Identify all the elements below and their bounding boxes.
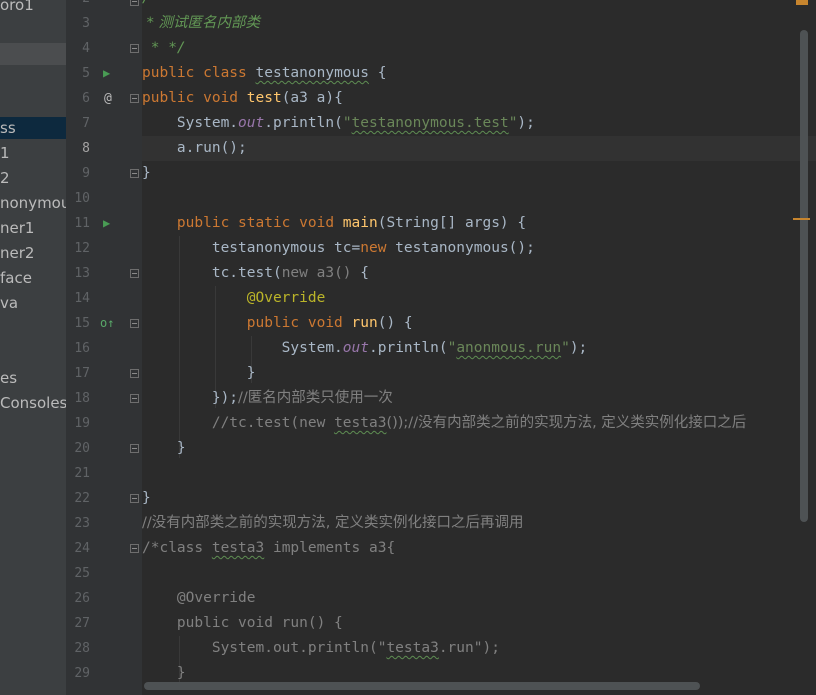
code-line-2: / — [142, 0, 151, 11]
code-line-20: } — [142, 440, 186, 456]
run-main-icon[interactable]: ▶ — [103, 211, 110, 236]
tree-item-class-2[interactable]: 2 — [0, 167, 10, 189]
code-line-3: * 测试匿名内部类 — [142, 15, 260, 31]
fold-marker-icon[interactable] — [130, 494, 139, 503]
tree-item-label: es — [0, 369, 18, 387]
tree-item-external-libraries[interactable]: es — [0, 367, 17, 389]
code-line-26: @Override — [142, 590, 256, 606]
line-number: 22 — [74, 491, 90, 506]
tree-item-label: ner1 — [0, 219, 35, 237]
code-line-5: public class testanonymous { — [142, 65, 387, 81]
line-number: 17 — [74, 366, 90, 381]
line-number: 11 — [74, 216, 90, 231]
fold-marker-icon[interactable] — [130, 369, 139, 378]
code-line-7: System.out.println("testanonymous.test")… — [142, 115, 535, 131]
line-number-current: 8 — [82, 141, 90, 156]
line-number: 23 — [74, 516, 90, 531]
fold-marker-icon[interactable] — [130, 444, 139, 453]
line-number: 10 — [74, 191, 90, 206]
tree-item-label: nonymou — [0, 194, 66, 212]
code-line-4: * */ — [142, 40, 186, 56]
fold-marker-icon[interactable] — [130, 169, 139, 178]
code-line-19: //tc.test(new testa3());//没有内部类之前的实现方法, … — [142, 415, 747, 431]
fold-marker-icon[interactable] — [130, 0, 139, 6]
fold-marker-icon[interactable] — [130, 319, 139, 328]
line-number: 2 — [66, 0, 90, 11]
line-number: 7 — [82, 116, 90, 131]
line-number: 19 — [74, 416, 90, 431]
line-number: 18 — [74, 391, 90, 406]
line-number: 21 — [74, 466, 90, 481]
line-number: 28 — [74, 641, 90, 656]
tree-item-project[interactable]: oro1 — [0, 0, 34, 16]
code-line-8: a.run(); — [142, 140, 247, 156]
fold-marker-icon[interactable] — [130, 44, 139, 53]
fold-marker-icon[interactable] — [130, 269, 139, 278]
scroll-marker[interactable] — [793, 218, 810, 220]
tree-item-label: 2 — [0, 169, 10, 187]
line-number: 3 — [82, 16, 90, 31]
tree-item-label: ner2 — [0, 244, 35, 262]
code-line-23: //没有内部类之前的实现方法, 定义类实例化接口之后再调用 — [142, 515, 524, 531]
tree-item-java[interactable]: va — [0, 292, 18, 314]
tree-item-label: ss — [0, 119, 16, 137]
code-line-24: /*class testa3 implements a3{ — [142, 540, 396, 556]
code-line-28: System.out.println("testa3.run"); — [142, 640, 500, 656]
code-line-13: tc.test(new a3() { — [142, 265, 369, 281]
line-number: 27 — [74, 616, 90, 631]
line-number: 14 — [74, 291, 90, 306]
line-number: 4 — [82, 41, 90, 56]
tree-item-label: 1 — [0, 144, 10, 162]
editor-gutter: 2 3 4 5 6 7 8 9 10 11 12 13 14 15 16 17 … — [66, 0, 142, 695]
tree-item-class-1[interactable]: 1 — [0, 142, 10, 164]
code-line-12: testanonymous tc=new testanonymous(); — [142, 240, 535, 256]
line-number: 20 — [74, 441, 90, 456]
code-line-27: public void run() { — [142, 615, 343, 631]
code-line-17: } — [142, 365, 256, 381]
line-number: 15 — [74, 316, 90, 331]
code-line-22: } — [142, 490, 151, 506]
tree-item-inner2[interactable]: ner2 — [0, 242, 34, 264]
code-line-15: public void run() { — [142, 315, 413, 331]
horizontal-scrollbar[interactable] — [144, 682, 700, 690]
tree-item-interface[interactable]: face — [0, 267, 32, 289]
code-line-16: System.out.println("anonmous.run"); — [142, 340, 588, 356]
fold-marker-icon[interactable] — [130, 544, 139, 553]
implements-marker-icon[interactable]: o↑ — [100, 311, 114, 336]
code-line-18: });//匿名内部类只使用一次 — [142, 390, 393, 406]
tree-item-label: oro1 — [0, 0, 34, 14]
tree-item-scratches-consoles[interactable]: Consoles — [0, 392, 66, 414]
vertical-scrollbar[interactable] — [800, 30, 808, 522]
project-tree-panel: oro1 ss 1 2 nonymou ner1 ner2 face va es… — [0, 0, 66, 695]
code-line-9: } — [142, 165, 151, 181]
tree-item-label: face — [0, 269, 32, 287]
scroll-marker[interactable] — [796, 0, 808, 5]
tree-item-label: va — [0, 294, 19, 312]
line-number: 5 — [82, 66, 90, 81]
tree-item-label: Consoles — [0, 394, 66, 412]
line-number: 6 — [82, 91, 90, 106]
line-number: 24 — [74, 541, 90, 556]
line-number: 9 — [82, 166, 90, 181]
line-number: 12 — [74, 241, 90, 256]
tree-item-selected-class[interactable]: ss — [0, 117, 66, 139]
line-number: 25 — [74, 566, 90, 581]
code-line-11: public static void main(String[] args) { — [142, 215, 527, 231]
code-line-6: public void test(a3 a){ — [142, 90, 343, 106]
run-class-icon[interactable]: ▶ — [103, 61, 110, 86]
fold-marker-icon[interactable] — [130, 94, 139, 103]
line-number: 26 — [74, 591, 90, 606]
code-editor[interactable]: / * 测试匿名内部类 * */ public class testanonym… — [142, 0, 816, 695]
override-marker-icon[interactable]: @ — [104, 86, 112, 111]
tree-item-hovered[interactable] — [0, 43, 66, 65]
line-number: 13 — [74, 266, 90, 281]
fold-marker-icon[interactable] — [130, 394, 139, 403]
line-number: 16 — [74, 341, 90, 356]
tree-item-anonymous[interactable]: nonymou — [0, 192, 66, 214]
line-number: 29 — [74, 666, 90, 681]
tree-item-inner1[interactable]: ner1 — [0, 217, 34, 239]
code-line-14: @Override — [142, 290, 326, 306]
